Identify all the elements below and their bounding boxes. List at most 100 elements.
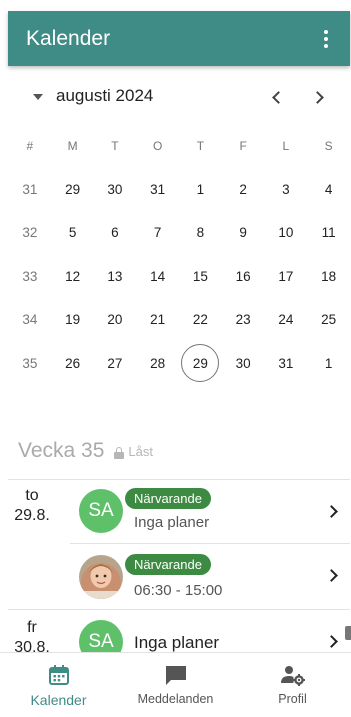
day-label: to 29.8. xyxy=(8,487,56,525)
divider xyxy=(8,609,350,610)
calendar-day[interactable]: 7 xyxy=(136,213,179,253)
calendar-day[interactable]: 20 xyxy=(94,300,137,340)
calendar-day[interactable]: 24 xyxy=(265,300,308,340)
entry-detail: Inga planer xyxy=(134,633,220,652)
today-ring xyxy=(181,344,220,383)
entry-detail: Inga planer xyxy=(134,514,210,531)
caret-down-icon[interactable] xyxy=(33,94,43,100)
calendar-day[interactable]: 15 xyxy=(179,256,222,296)
status-badge: Närvarande xyxy=(125,488,211,509)
chevron-right-icon[interactable] xyxy=(325,505,338,518)
week-header: Vecka 35 Låst xyxy=(18,439,153,463)
calendar-day[interactable]: 29 xyxy=(52,169,94,209)
weekday-header: L xyxy=(282,138,290,153)
calendar-day[interactable]: 5 xyxy=(52,213,94,253)
calendar-day[interactable]: 2 xyxy=(222,169,265,209)
calendar-icon xyxy=(48,665,69,685)
calendar-day[interactable]: 23 xyxy=(222,300,265,340)
calendar-day[interactable]: 22 xyxy=(179,300,222,340)
weekday-header: T xyxy=(196,138,205,153)
app-root: Kalender augusti 2024 # M T O T F L S 31 xyxy=(0,0,351,717)
weekday-header: M xyxy=(67,138,78,153)
weekday-header: S xyxy=(324,138,333,153)
tab-kalender[interactable]: Kalender xyxy=(0,653,117,717)
profile-settings-icon xyxy=(280,666,305,686)
weekday-header: F xyxy=(239,138,247,153)
calendar-day[interactable]: 30 xyxy=(222,343,265,383)
week-number: 32 xyxy=(22,225,38,241)
week-number: 31 xyxy=(22,181,38,197)
tab-label: Meddelanden xyxy=(137,692,214,706)
entry-detail: 06:30 - 15:00 xyxy=(134,582,223,599)
previous-month-button[interactable] xyxy=(262,84,290,110)
calendar-day[interactable]: 31 xyxy=(265,343,308,383)
chevron-right-icon[interactable] xyxy=(325,635,338,648)
calendar-day[interactable]: 8 xyxy=(179,213,222,253)
chevron-right-icon[interactable] xyxy=(325,569,338,582)
week-number: 34 xyxy=(22,312,38,328)
child-photo xyxy=(79,555,123,599)
lock-status: Låst xyxy=(114,444,153,459)
calendar-grid: # M T O T F L S 31 29 30 31 1 2 3 4 32 5… xyxy=(8,124,350,385)
calendar-day[interactable]: 28 xyxy=(136,343,179,383)
calendar-week-row: 33 12 13 14 15 16 17 18 xyxy=(8,255,350,299)
calendar-week-row: 35 26 27 28 29 30 31 1 xyxy=(8,342,350,386)
calendar-day[interactable]: 12 xyxy=(52,256,94,296)
lock-label: Låst xyxy=(128,444,153,459)
calendar-day[interactable]: 18 xyxy=(307,256,350,296)
next-month-button[interactable] xyxy=(305,84,333,110)
month-calendar: augusti 2024 # M T O T F L S 31 29 30 31… xyxy=(8,66,350,427)
week-number: 33 xyxy=(22,268,38,284)
chevron-right-icon xyxy=(310,90,324,104)
calendar-day[interactable]: 14 xyxy=(136,256,179,296)
status-badge: Närvarande xyxy=(125,554,211,575)
page-title: Kalender xyxy=(26,26,111,50)
tab-profil[interactable]: Profil xyxy=(234,653,351,717)
calendar-day[interactable]: 25 xyxy=(307,300,350,340)
calendar-day-today[interactable]: 29 xyxy=(179,343,222,383)
calendar-day[interactable]: 17 xyxy=(265,256,308,296)
day-date: 29.8. xyxy=(14,507,50,524)
week-number-header: # xyxy=(26,138,34,153)
calendar-day[interactable]: 11 xyxy=(307,213,350,253)
more-vert-icon[interactable] xyxy=(316,25,336,53)
calendar-week-row: 31 29 30 31 1 2 3 4 xyxy=(8,168,350,212)
calendar-day[interactable]: 1 xyxy=(179,169,222,209)
app-bar: Kalender xyxy=(8,11,350,66)
month-label[interactable]: augusti 2024 xyxy=(56,86,153,106)
divider xyxy=(8,479,350,480)
calendar-day[interactable]: 1 xyxy=(307,343,350,383)
calendar-day[interactable]: 26 xyxy=(52,343,94,383)
calendar-day[interactable]: 3 xyxy=(265,169,308,209)
calendar-week-row: 32 5 6 7 8 9 10 11 xyxy=(8,211,350,255)
calendar-day[interactable]: 27 xyxy=(94,343,137,383)
month-header: augusti 2024 xyxy=(8,84,350,110)
calendar-day[interactable]: 9 xyxy=(222,213,265,253)
day-weekday: to xyxy=(25,487,39,504)
calendar-day[interactable]: 4 xyxy=(307,169,350,209)
tab-meddelanden[interactable]: Meddelanden xyxy=(117,653,234,717)
week-title: Vecka 35 xyxy=(18,439,105,462)
avatar: SA xyxy=(79,489,123,533)
tab-label: Kalender xyxy=(30,692,87,708)
calendar-day[interactable]: 19 xyxy=(52,300,94,340)
calendar-day[interactable]: 10 xyxy=(265,213,308,253)
weekday-header: O xyxy=(152,138,163,153)
weekday-header: T xyxy=(111,138,119,153)
tab-label: Profil xyxy=(278,692,307,706)
scroll-edge-handle[interactable] xyxy=(345,626,351,640)
chat-bubble-icon xyxy=(165,666,186,685)
chevron-left-icon xyxy=(271,90,285,104)
calendar-day[interactable]: 21 xyxy=(136,300,179,340)
calendar-day[interactable]: 13 xyxy=(94,256,137,296)
lock-icon xyxy=(114,447,125,459)
day-weekday: fr xyxy=(27,619,37,636)
week-number: 35 xyxy=(22,355,38,371)
calendar-day[interactable]: 31 xyxy=(136,169,179,209)
calendar-day[interactable]: 16 xyxy=(222,256,265,296)
calendar-day[interactable]: 30 xyxy=(94,169,137,209)
calendar-week-row: 34 19 20 21 22 23 24 25 xyxy=(8,298,350,342)
divider xyxy=(70,543,350,544)
calendar-day[interactable]: 6 xyxy=(94,213,137,253)
bottom-navigation: Kalender Meddelanden Profil xyxy=(0,652,351,717)
